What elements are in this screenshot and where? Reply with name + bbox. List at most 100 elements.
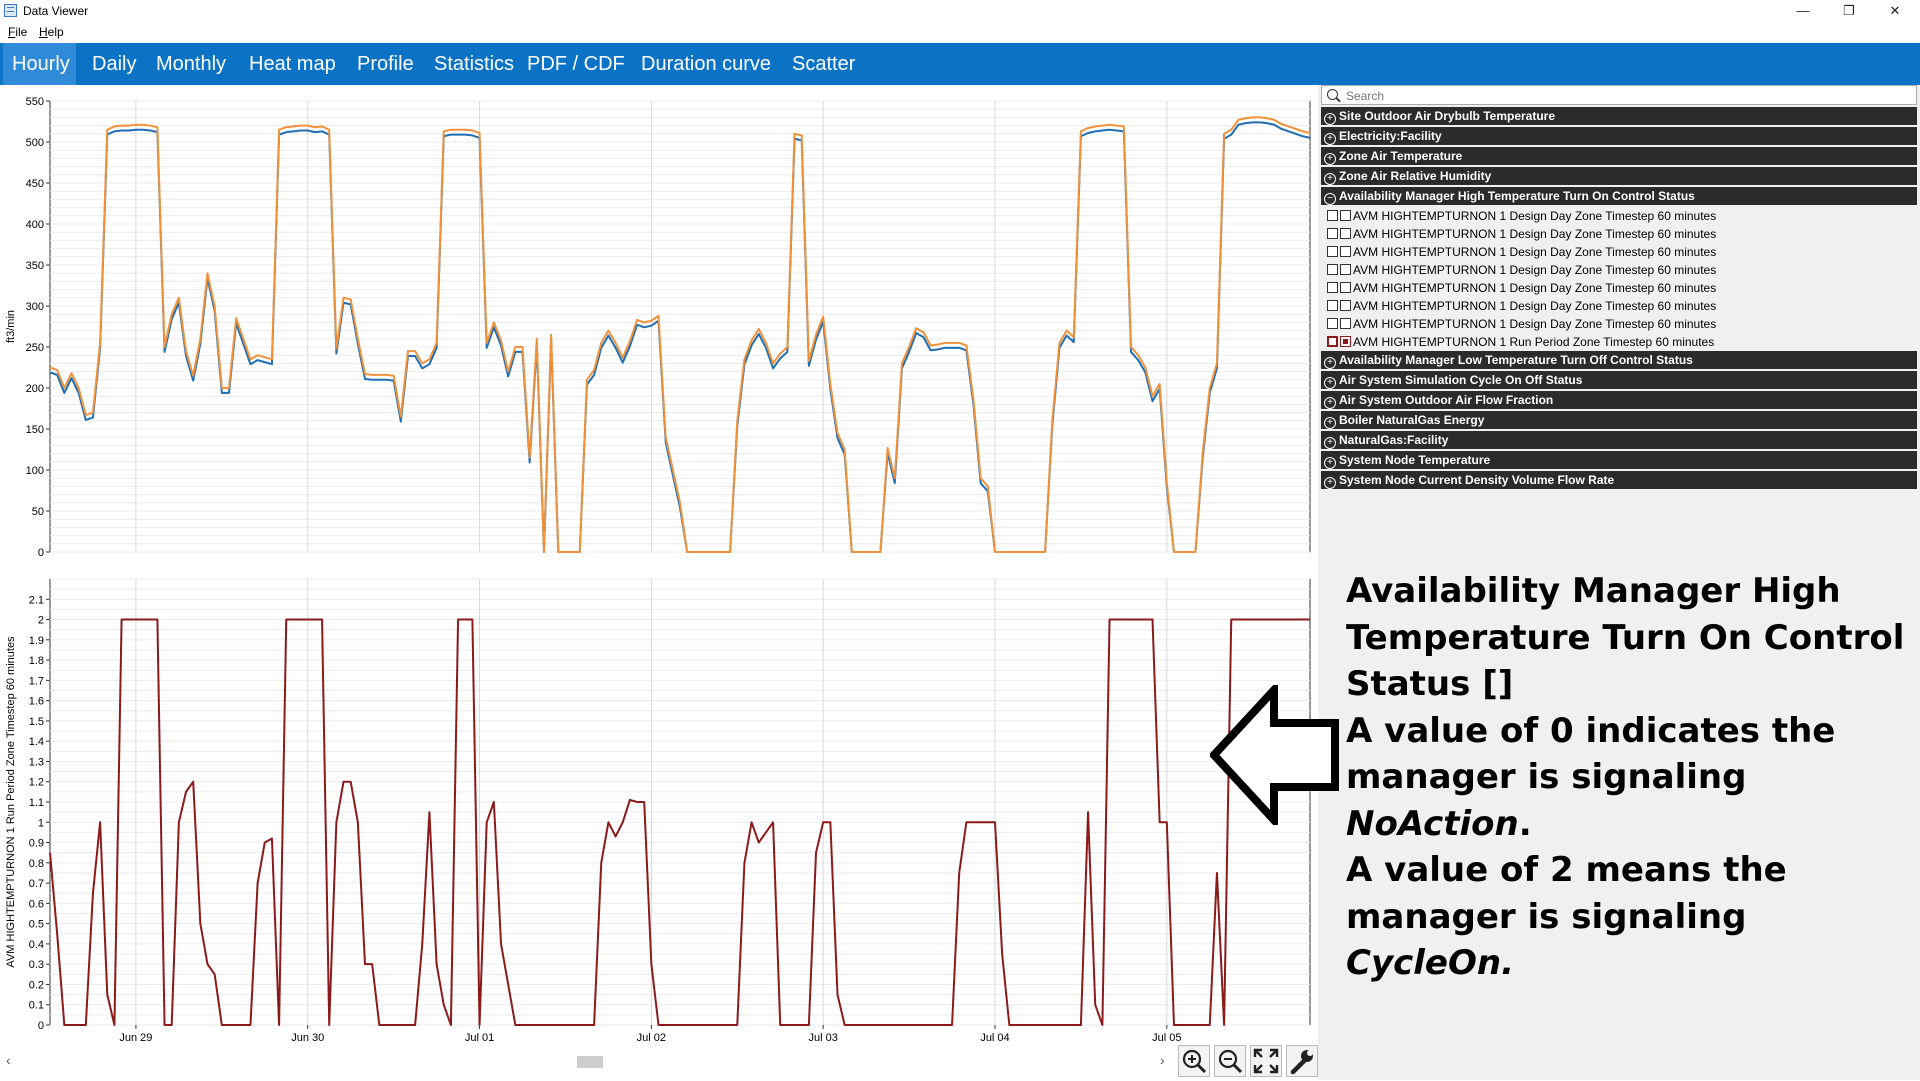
var-system-node-temperature[interactable]: + System Node Temperature [1321, 451, 1917, 469]
settings-button[interactable] [1286, 1045, 1318, 1077]
x-tick-label: Jul 04 [980, 1032, 1009, 1043]
window-title: Data Viewer [23, 4, 89, 18]
checkbox[interactable] [1340, 318, 1351, 329]
menu-file[interactable]: File [8, 25, 27, 39]
close-button[interactable]: ✕ [1872, 0, 1918, 22]
var-system-node-volume-flow[interactable]: + System Node Current Density Volume Flow… [1321, 471, 1917, 489]
collapse-icon[interactable]: − [1324, 193, 1336, 205]
expand-icon[interactable]: + [1324, 397, 1336, 409]
list-item[interactable]: AVM HIGHTEMPTURNON 1 Design Day Zone Tim… [1321, 243, 1917, 261]
expand-icon[interactable]: + [1324, 417, 1336, 429]
fit-to-window-icon [1253, 1048, 1279, 1074]
checkbox[interactable] [1340, 210, 1351, 221]
search-box[interactable] [1321, 85, 1917, 105]
var-zone-air-temperature[interactable]: + Zone Air Temperature [1321, 147, 1917, 165]
expand-icon[interactable]: + [1324, 457, 1336, 469]
tab-statistics[interactable]: Statistics [434, 43, 514, 85]
expand-icon[interactable]: + [1324, 133, 1336, 145]
var-air-system-outdoor-air-flow[interactable]: + Air System Outdoor Air Flow Fraction [1321, 391, 1917, 409]
var-electricity-facility[interactable]: + Electricity:Facility [1321, 127, 1917, 145]
var-site-outdoor-air-drybulb-temperature[interactable]: + Site Outdoor Air Drybulb Temperature [1321, 107, 1917, 125]
menu-help[interactable]: Help [39, 25, 64, 39]
chart-area: 0 50 100 150 200 250 300 350 400 450 500 550 ft3/min… [0, 85, 1318, 1045]
scroll-left-arrow-icon[interactable]: ‹ [6, 1052, 11, 1068]
y-tick-label: 550 [26, 96, 44, 108]
tab-scatter[interactable]: Scatter [792, 43, 855, 85]
expand-icon[interactable]: + [1324, 113, 1336, 125]
y-tick-label: 1.4 [29, 736, 44, 748]
zoom-out-icon [1218, 1049, 1243, 1074]
y-tick-label: 350 [26, 260, 44, 272]
top-chart[interactable]: 0 50 100 150 200 250 300 350 400 450 500 550 ft3/min [0, 85, 1318, 565]
x-tick-label: Jul 03 [809, 1032, 838, 1043]
checkbox[interactable] [1340, 300, 1351, 311]
y-tick-label: 1.3 [29, 756, 44, 768]
y-tick-label: 1.6 [29, 696, 44, 708]
var-air-system-simulation-cycle[interactable]: + Air System Simulation Cycle On Off Stat… [1321, 371, 1917, 389]
app-icon [4, 4, 17, 17]
zoom-in-button[interactable] [1178, 1045, 1210, 1077]
expand-icon[interactable]: + [1324, 173, 1336, 185]
list-item[interactable]: AVM HIGHTEMPTURNON 1 Design Day Zone Tim… [1321, 279, 1917, 297]
expand-icon[interactable]: + [1324, 437, 1336, 449]
list-item[interactable]: AVM HIGHTEMPTURNON 1 Design Day Zone Tim… [1321, 315, 1917, 333]
tab-daily[interactable]: Daily [92, 43, 136, 85]
scroll-thumb[interactable] [577, 1056, 603, 1068]
tab-hourly[interactable]: Hourly [3, 43, 76, 85]
var-availability-manager-high-temp[interactable]: − Availability Manager High Temperature T… [1321, 187, 1917, 205]
var-naturalgas-facility[interactable]: + NaturalGas:Facility [1321, 431, 1917, 449]
expand-icon[interactable]: + [1324, 153, 1336, 165]
checkbox[interactable] [1327, 210, 1338, 221]
y-tick-label: 100 [26, 465, 44, 477]
y-tick-label: 2.1 [29, 594, 44, 606]
y-tick-label: 1 [38, 817, 44, 829]
checkbox-checked[interactable] [1327, 336, 1338, 347]
checkbox[interactable] [1327, 228, 1338, 239]
tab-profile[interactable]: Profile [357, 43, 414, 85]
restore-button[interactable]: ❐ [1826, 0, 1872, 22]
tab-pdf-cdf[interactable]: PDF / CDF [527, 43, 625, 85]
y-tick-label: 1.7 [29, 675, 44, 687]
y-tick-label: 0.6 [29, 898, 44, 910]
search-input[interactable] [1344, 87, 1908, 105]
tab-heat-map[interactable]: Heat map [249, 43, 336, 85]
expand-icon[interactable]: + [1324, 377, 1336, 389]
x-tick-label: Jun 29 [119, 1032, 152, 1043]
annotation-text: Availability Manager High Temperature Tu… [1346, 568, 1906, 987]
y-tick-label: 0.5 [29, 919, 44, 931]
list-item-selected[interactable]: AVM HIGHTEMPTURNON 1 Run Period Zone Tim… [1321, 333, 1917, 351]
var-boiler-naturalgas-energy[interactable]: + Boiler NaturalGas Energy [1321, 411, 1917, 429]
tab-monthly[interactable]: Monthly [156, 43, 226, 85]
checkbox[interactable] [1340, 228, 1351, 239]
annotation-noaction: A value of 0 indicates the manager is si… [1346, 710, 1836, 844]
y-tick-label: 0 [38, 547, 44, 559]
checkbox[interactable] [1327, 282, 1338, 293]
checkbox[interactable] [1340, 264, 1351, 275]
checkbox[interactable] [1327, 246, 1338, 257]
checkbox[interactable] [1327, 300, 1338, 311]
checkbox[interactable] [1340, 246, 1351, 257]
zoom-out-button[interactable] [1214, 1045, 1246, 1077]
fit-to-window-button[interactable] [1250, 1045, 1282, 1077]
list-item[interactable]: AVM HIGHTEMPTURNON 1 Design Day Zone Tim… [1321, 225, 1917, 243]
list-item[interactable]: AVM HIGHTEMPTURNON 1 Design Day Zone Tim… [1321, 297, 1917, 315]
y-tick-label: 1.2 [29, 777, 44, 789]
minimize-button[interactable]: — [1780, 0, 1826, 22]
checkbox[interactable] [1340, 282, 1351, 293]
var-availability-manager-low-temp[interactable]: + Availability Manager Low Temperature Tu… [1321, 351, 1917, 369]
y-tick-label: 2 [38, 615, 44, 627]
expand-icon[interactable]: + [1324, 357, 1336, 369]
bottom-chart[interactable]: 0 0.1 0.2 0.3 0.4 0.5 0.6 0.7 0.8 0.9 1 1.1 1.2 1.3 1.… [0, 563, 1318, 1043]
expand-icon[interactable]: + [1324, 477, 1336, 489]
tab-duration-curve[interactable]: Duration curve [641, 43, 771, 85]
list-item[interactable]: AVM HIGHTEMPTURNON 1 Design Day Zone Tim… [1321, 261, 1917, 279]
scroll-right-arrow-icon[interactable]: › [1160, 1052, 1165, 1068]
checkbox[interactable] [1327, 264, 1338, 275]
var-zone-air-relative-humidity[interactable]: + Zone Air Relative Humidity [1321, 167, 1917, 185]
list-item[interactable]: AVM HIGHTEMPTURNON 1 Design Day Zone Tim… [1321, 207, 1917, 225]
search-icon [1327, 89, 1338, 100]
y-tick-label: 1.5 [29, 716, 44, 728]
checkbox-checked[interactable] [1340, 336, 1351, 347]
checkbox[interactable] [1327, 318, 1338, 329]
horizontal-scrollbar[interactable]: ‹ › [0, 1052, 1180, 1070]
